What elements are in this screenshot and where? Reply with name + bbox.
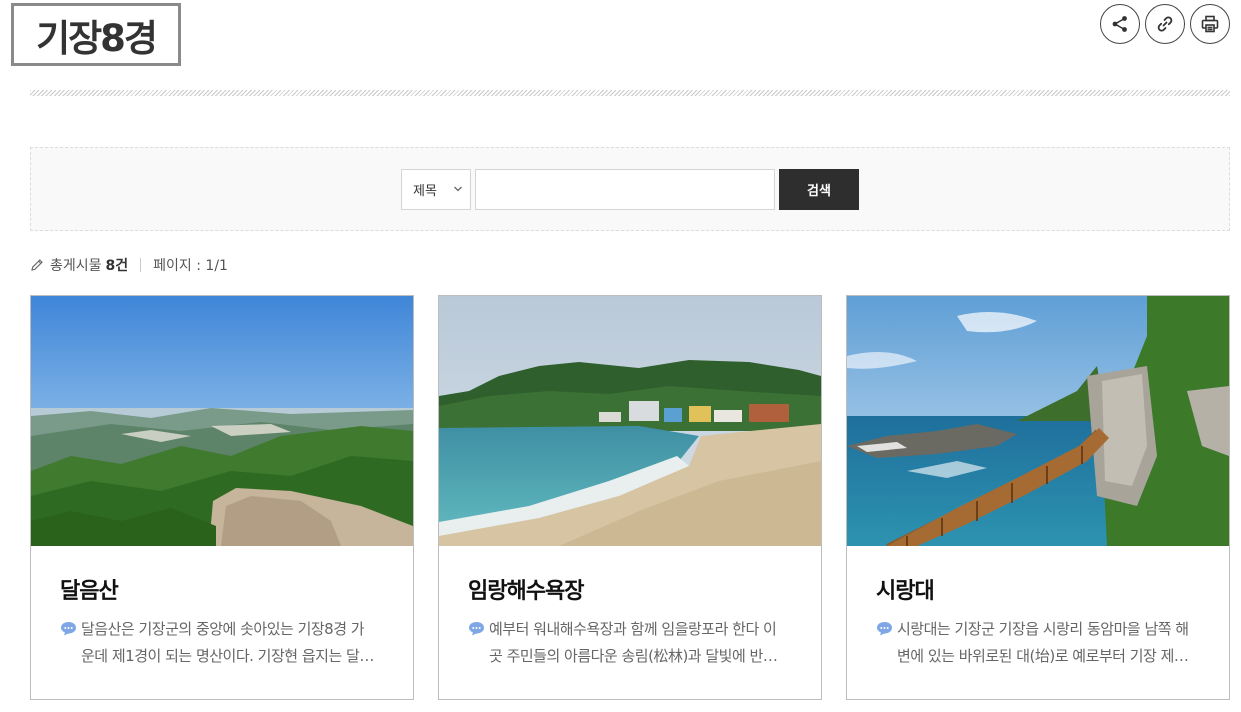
card-title[interactable]: 임랑해수욕장	[468, 573, 584, 605]
card-image[interactable]	[847, 296, 1229, 546]
search-button[interactable]: 검색	[779, 169, 859, 210]
card-description: 예부터 워내해수욕장과 함께 임을랑포라 한다 이 곳 주민들의 아름다운 송림…	[468, 616, 798, 670]
total-count: 8건	[105, 258, 129, 274]
link-icon	[1157, 16, 1173, 32]
title-divider	[30, 90, 1230, 96]
search-box: 제목 검색	[30, 147, 1230, 231]
card-image[interactable]	[439, 296, 821, 546]
card-description-line: 예부터 워내해수욕장과 함께 임을랑포라 한다 이	[489, 620, 777, 638]
total-label: 총게시물	[50, 258, 102, 274]
print-button[interactable]	[1190, 4, 1230, 44]
chevron-down-icon	[454, 186, 462, 192]
print-icon	[1201, 15, 1219, 33]
search-field-select-value: 제목	[413, 184, 437, 199]
gallery-card[interactable]: 시랑대 시랑대는 기장군 기장읍 시랑리 동암마을 남쪽 해 변에 있는 바위로…	[846, 295, 1230, 700]
speech-bubble-icon	[877, 622, 892, 636]
card-description-line: 곳 주민들의 아름다운 송림(松林)과 달빛에 반…	[489, 647, 778, 665]
search-field-select[interactable]: 제목	[401, 169, 471, 210]
card-image[interactable]	[31, 296, 413, 546]
page-indicator: 페이지 : 1/1	[153, 258, 228, 274]
beach-photo	[439, 296, 821, 546]
board-meta: 총게시물 8건 페이지 : 1/1	[30, 255, 228, 275]
pencil-icon	[31, 259, 43, 271]
card-description-line: 시랑대는 기장군 기장읍 시랑리 동암마을 남쪽 해	[897, 620, 1189, 638]
card-title[interactable]: 달음산	[60, 573, 119, 605]
card-description-line: 변에 있는 바위로된 대(坮)로 예로부터 기장 제…	[897, 647, 1189, 665]
link-button[interactable]	[1145, 4, 1185, 44]
card-description: 달음산은 기장군의 중앙에 솟아있는 기장8경 가 운데 제1경이 되는 명산이…	[60, 616, 390, 670]
card-title[interactable]: 시랑대	[876, 573, 935, 605]
speech-bubble-icon	[469, 622, 484, 636]
share-icon	[1112, 16, 1127, 32]
page-title-box: 기장8경	[11, 3, 181, 66]
search-input[interactable]	[475, 169, 775, 210]
gallery-card[interactable]: 임랑해수욕장 예부터 워내해수욕장과 함께 임을랑포라 한다 이 곳 주민들의 …	[438, 295, 822, 700]
meta-separator	[140, 258, 142, 272]
gallery-card[interactable]: 달음산 달음산은 기장군의 중앙에 솟아있는 기장8경 가 운데 제1경이 되는…	[30, 295, 414, 700]
coast-photo	[847, 296, 1229, 546]
card-description-line: 운데 제1경이 되는 명산이다. 기장현 읍지는 달…	[81, 647, 374, 665]
card-description-line: 달음산은 기장군의 중앙에 솟아있는 기장8경 가	[81, 620, 365, 638]
share-button[interactable]	[1100, 4, 1140, 44]
page-title: 기장8경	[36, 16, 158, 60]
card-description: 시랑대는 기장군 기장읍 시랑리 동암마을 남쪽 해 변에 있는 바위로된 대(…	[876, 616, 1206, 670]
speech-bubble-icon	[61, 622, 76, 636]
mountain-photo	[31, 296, 413, 546]
